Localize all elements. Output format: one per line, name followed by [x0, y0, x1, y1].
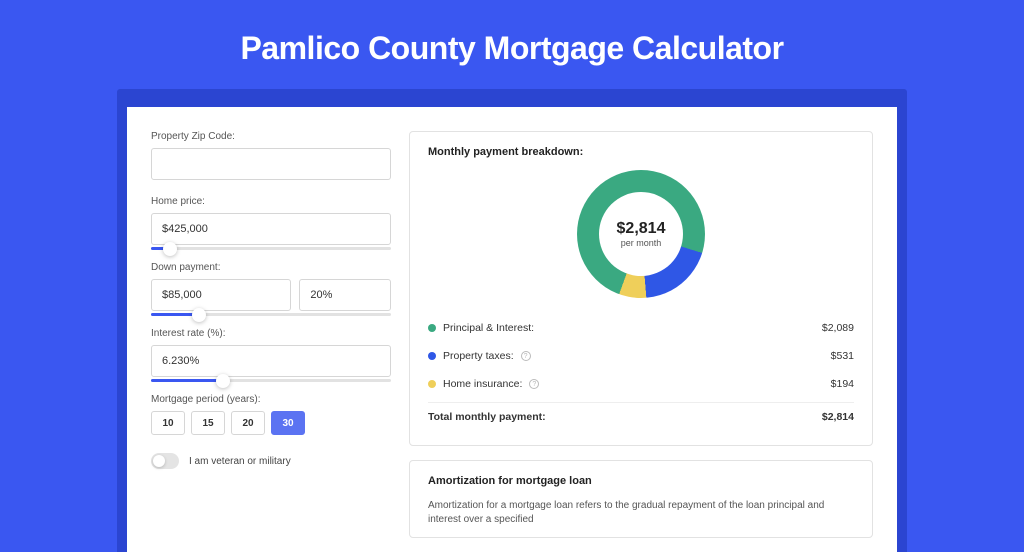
interest-label: Interest rate (%):	[151, 328, 391, 339]
amortization-title: Amortization for mortgage loan	[428, 475, 854, 487]
zip-group: Property Zip Code:	[151, 131, 391, 180]
donut-sub: per month	[621, 238, 662, 248]
zip-label: Property Zip Code:	[151, 131, 391, 142]
home-price-slider[interactable]	[151, 247, 391, 250]
interest-slider[interactable]	[151, 379, 391, 382]
veteran-toggle[interactable]	[151, 453, 179, 469]
taxes-label: Property taxes:	[443, 350, 514, 362]
legend-row-taxes: Property taxes:? $531	[428, 342, 854, 370]
legend-row-principal: Principal & Interest: $2,089	[428, 314, 854, 342]
legend: Principal & Interest: $2,089 Property taxe…	[428, 314, 854, 398]
input-column: Property Zip Code: Home price: Down paym…	[151, 131, 391, 552]
period-option-10[interactable]: 10	[151, 411, 185, 435]
payment-donut-chart: $2,814 per month	[577, 170, 705, 298]
taxes-dot-icon	[428, 352, 436, 360]
breakdown-title: Monthly payment breakdown:	[428, 146, 854, 158]
taxes-info-icon[interactable]: ?	[521, 351, 531, 361]
page-title: Pamlico County Mortgage Calculator	[0, 0, 1024, 89]
veteran-label: I am veteran or military	[189, 456, 291, 467]
interest-input[interactable]	[151, 345, 391, 377]
total-value: $2,814	[822, 411, 854, 423]
down-payment-pct-input[interactable]	[299, 279, 391, 311]
amortization-body: Amortization for a mortgage loan refers …	[428, 499, 854, 527]
legend-total-row: Total monthly payment: $2,814	[428, 402, 854, 431]
breakdown-panel: Monthly payment breakdown: $2,814 per mo…	[409, 131, 873, 446]
donut-amount: $2,814	[617, 220, 666, 238]
period-option-30[interactable]: 30	[271, 411, 305, 435]
home-price-input[interactable]	[151, 213, 391, 245]
period-label: Mortgage period (years):	[151, 394, 391, 405]
period-option-15[interactable]: 15	[191, 411, 225, 435]
principal-value: $2,089	[822, 322, 854, 334]
principal-dot-icon	[428, 324, 436, 332]
down-payment-amount-input[interactable]	[151, 279, 291, 311]
total-label: Total monthly payment:	[428, 411, 546, 423]
card-shadow: Property Zip Code: Home price: Down paym…	[117, 89, 907, 552]
insurance-dot-icon	[428, 380, 436, 388]
down-payment-slider[interactable]	[151, 313, 391, 316]
insurance-value: $194	[831, 378, 854, 390]
home-price-label: Home price:	[151, 196, 391, 207]
donut-center: $2,814 per month	[599, 192, 683, 276]
period-option-20[interactable]: 20	[231, 411, 265, 435]
zip-input[interactable]	[151, 148, 391, 180]
results-column: Monthly payment breakdown: $2,814 per mo…	[409, 131, 873, 552]
taxes-value: $531	[831, 350, 854, 362]
veteran-row: I am veteran or military	[151, 453, 391, 469]
home-price-group: Home price:	[151, 196, 391, 250]
legend-row-insurance: Home insurance:? $194	[428, 370, 854, 398]
insurance-info-icon[interactable]: ?	[529, 379, 539, 389]
donut-wrap: $2,814 per month	[428, 170, 854, 298]
down-payment-group: Down payment:	[151, 262, 391, 316]
amortization-panel: Amortization for mortgage loan Amortizat…	[409, 460, 873, 538]
down-payment-label: Down payment:	[151, 262, 391, 273]
interest-group: Interest rate (%):	[151, 328, 391, 382]
calculator-card: Property Zip Code: Home price: Down paym…	[127, 107, 897, 552]
principal-label: Principal & Interest:	[443, 322, 534, 334]
insurance-label: Home insurance:	[443, 378, 522, 390]
period-group: Mortgage period (years): 10152030	[151, 394, 391, 435]
